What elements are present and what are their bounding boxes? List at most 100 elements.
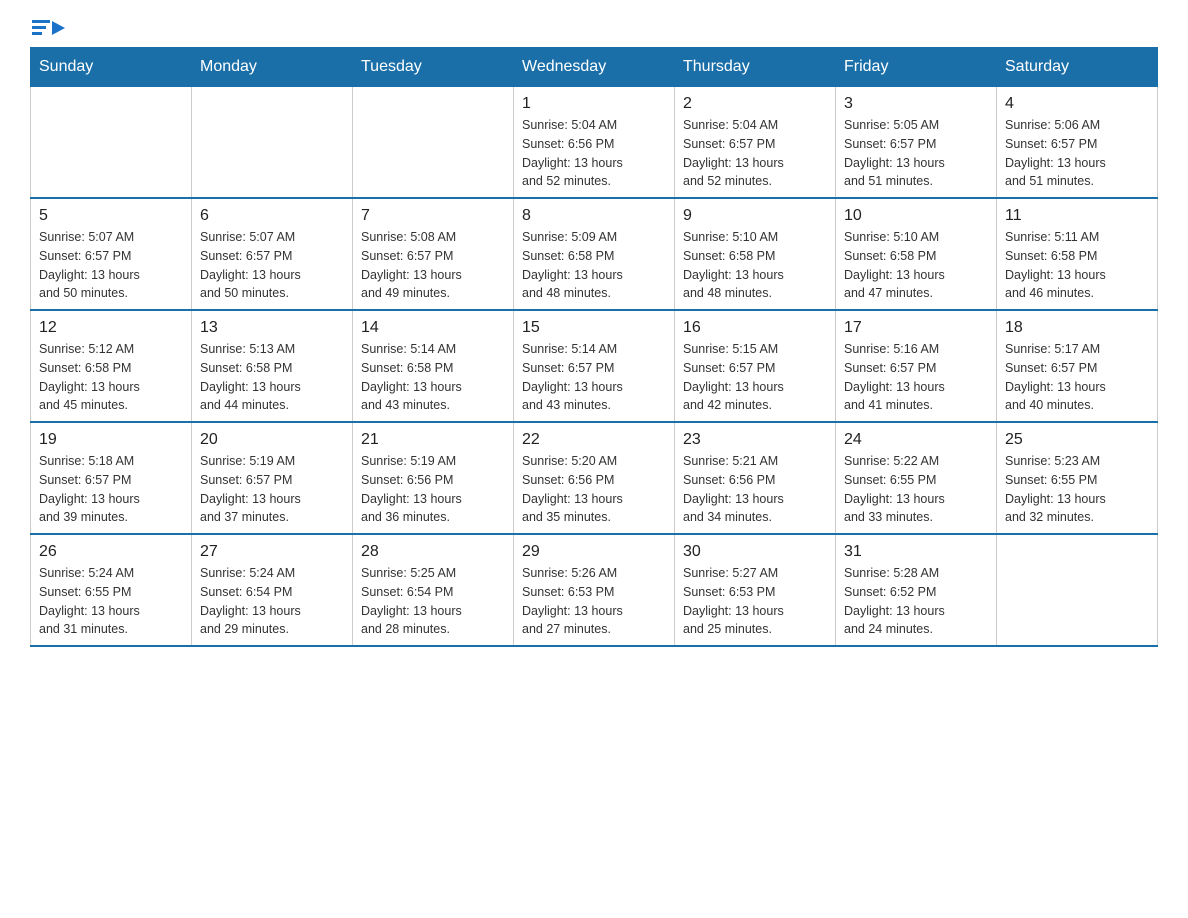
day-number: 23	[683, 431, 827, 449]
calendar-cell: 19 Sunrise: 5:18 AM Sunset: 6:57 PM Dayli…	[31, 422, 192, 534]
calendar-cell: 25 Sunrise: 5:23 AM Sunset: 6:55 PM Dayli…	[997, 422, 1158, 534]
calendar-week-row: 26 Sunrise: 5:24 AM Sunset: 6:55 PM Dayli…	[31, 534, 1158, 646]
day-header-thursday: Thursday	[675, 48, 836, 87]
day-info: Sunrise: 5:12 AM Sunset: 6:58 PM Dayligh…	[39, 340, 183, 415]
page-header	[30, 20, 1158, 37]
day-number: 29	[522, 543, 666, 561]
day-info: Sunrise: 5:18 AM Sunset: 6:57 PM Dayligh…	[39, 452, 183, 527]
day-header-saturday: Saturday	[997, 48, 1158, 87]
day-info: Sunrise: 5:19 AM Sunset: 6:57 PM Dayligh…	[200, 452, 344, 527]
day-header-sunday: Sunday	[31, 48, 192, 87]
day-info: Sunrise: 5:06 AM Sunset: 6:57 PM Dayligh…	[1005, 116, 1149, 191]
day-number: 8	[522, 207, 666, 225]
calendar-week-row: 1 Sunrise: 5:04 AM Sunset: 6:56 PM Daylig…	[31, 87, 1158, 199]
logo	[30, 20, 65, 37]
calendar-week-row: 19 Sunrise: 5:18 AM Sunset: 6:57 PM Dayli…	[31, 422, 1158, 534]
day-info: Sunrise: 5:15 AM Sunset: 6:57 PM Dayligh…	[683, 340, 827, 415]
day-number: 6	[200, 207, 344, 225]
calendar-cell: 28 Sunrise: 5:25 AM Sunset: 6:54 PM Dayli…	[353, 534, 514, 646]
calendar-cell: 12 Sunrise: 5:12 AM Sunset: 6:58 PM Dayli…	[31, 310, 192, 422]
calendar-table: SundayMondayTuesdayWednesdayThursdayFrid…	[30, 47, 1158, 647]
day-number: 31	[844, 543, 988, 561]
day-number: 19	[39, 431, 183, 449]
day-header-friday: Friday	[836, 48, 997, 87]
day-number: 26	[39, 543, 183, 561]
day-info: Sunrise: 5:26 AM Sunset: 6:53 PM Dayligh…	[522, 564, 666, 639]
day-number: 4	[1005, 95, 1149, 113]
day-info: Sunrise: 5:27 AM Sunset: 6:53 PM Dayligh…	[683, 564, 827, 639]
calendar-cell: 17Sunrise: 5:16 AM Sunset: 6:57 PM Dayli…	[836, 310, 997, 422]
day-info: Sunrise: 5:24 AM Sunset: 6:54 PM Dayligh…	[200, 564, 344, 639]
calendar-cell: 22Sunrise: 5:20 AM Sunset: 6:56 PM Dayli…	[514, 422, 675, 534]
calendar-cell	[997, 534, 1158, 646]
calendar-cell: 14 Sunrise: 5:14 AM Sunset: 6:58 PM Dayli…	[353, 310, 514, 422]
day-info: Sunrise: 5:23 AM Sunset: 6:55 PM Dayligh…	[1005, 452, 1149, 527]
day-number: 20	[200, 431, 344, 449]
calendar-cell: 15Sunrise: 5:14 AM Sunset: 6:57 PM Dayli…	[514, 310, 675, 422]
day-number: 11	[1005, 207, 1149, 225]
day-info: Sunrise: 5:04 AM Sunset: 6:56 PM Dayligh…	[522, 116, 666, 191]
day-number: 1	[522, 95, 666, 113]
day-number: 18	[1005, 319, 1149, 337]
day-info: Sunrise: 5:14 AM Sunset: 6:58 PM Dayligh…	[361, 340, 505, 415]
day-header-tuesday: Tuesday	[353, 48, 514, 87]
calendar-cell: 4 Sunrise: 5:06 AM Sunset: 6:57 PM Daylig…	[997, 87, 1158, 199]
day-info: Sunrise: 5:10 AM Sunset: 6:58 PM Dayligh…	[844, 228, 988, 303]
calendar-week-row: 5Sunrise: 5:07 AM Sunset: 6:57 PM Daylig…	[31, 198, 1158, 310]
calendar-cell: 8 Sunrise: 5:09 AM Sunset: 6:58 PM Daylig…	[514, 198, 675, 310]
day-info: Sunrise: 5:11 AM Sunset: 6:58 PM Dayligh…	[1005, 228, 1149, 303]
day-info: Sunrise: 5:16 AM Sunset: 6:57 PM Dayligh…	[844, 340, 988, 415]
day-number: 21	[361, 431, 505, 449]
calendar-cell: 13 Sunrise: 5:13 AM Sunset: 6:58 PM Dayli…	[192, 310, 353, 422]
day-info: Sunrise: 5:09 AM Sunset: 6:58 PM Dayligh…	[522, 228, 666, 303]
day-number: 10	[844, 207, 988, 225]
day-info: Sunrise: 5:24 AM Sunset: 6:55 PM Dayligh…	[39, 564, 183, 639]
calendar-cell: 26 Sunrise: 5:24 AM Sunset: 6:55 PM Dayli…	[31, 534, 192, 646]
day-info: Sunrise: 5:13 AM Sunset: 6:58 PM Dayligh…	[200, 340, 344, 415]
calendar-cell: 24Sunrise: 5:22 AM Sunset: 6:55 PM Dayli…	[836, 422, 997, 534]
day-info: Sunrise: 5:25 AM Sunset: 6:54 PM Dayligh…	[361, 564, 505, 639]
calendar-cell: 9 Sunrise: 5:10 AM Sunset: 6:58 PM Daylig…	[675, 198, 836, 310]
day-info: Sunrise: 5:22 AM Sunset: 6:55 PM Dayligh…	[844, 452, 988, 527]
day-info: Sunrise: 5:19 AM Sunset: 6:56 PM Dayligh…	[361, 452, 505, 527]
day-number: 28	[361, 543, 505, 561]
day-number: 16	[683, 319, 827, 337]
calendar-cell: 6Sunrise: 5:07 AM Sunset: 6:57 PM Daylig…	[192, 198, 353, 310]
day-number: 3	[844, 95, 988, 113]
calendar-cell: 5Sunrise: 5:07 AM Sunset: 6:57 PM Daylig…	[31, 198, 192, 310]
calendar-cell: 29 Sunrise: 5:26 AM Sunset: 6:53 PM Dayli…	[514, 534, 675, 646]
day-number: 22	[522, 431, 666, 449]
calendar-cell: 21 Sunrise: 5:19 AM Sunset: 6:56 PM Dayli…	[353, 422, 514, 534]
day-info: Sunrise: 5:28 AM Sunset: 6:52 PM Dayligh…	[844, 564, 988, 639]
day-number: 9	[683, 207, 827, 225]
day-number: 27	[200, 543, 344, 561]
day-info: Sunrise: 5:10 AM Sunset: 6:58 PM Dayligh…	[683, 228, 827, 303]
calendar-cell: 27 Sunrise: 5:24 AM Sunset: 6:54 PM Dayli…	[192, 534, 353, 646]
calendar-cell: 23 Sunrise: 5:21 AM Sunset: 6:56 PM Dayli…	[675, 422, 836, 534]
calendar-cell	[353, 87, 514, 199]
day-info: Sunrise: 5:05 AM Sunset: 6:57 PM Dayligh…	[844, 116, 988, 191]
day-number: 14	[361, 319, 505, 337]
day-header-wednesday: Wednesday	[514, 48, 675, 87]
day-info: Sunrise: 5:04 AM Sunset: 6:57 PM Dayligh…	[683, 116, 827, 191]
day-number: 30	[683, 543, 827, 561]
calendar-cell: 2 Sunrise: 5:04 AM Sunset: 6:57 PM Daylig…	[675, 87, 836, 199]
day-number: 5	[39, 207, 183, 225]
calendar-cell: 11 Sunrise: 5:11 AM Sunset: 6:58 PM Dayli…	[997, 198, 1158, 310]
day-number: 12	[39, 319, 183, 337]
day-number: 2	[683, 95, 827, 113]
day-number: 7	[361, 207, 505, 225]
calendar-header-row: SundayMondayTuesdayWednesdayThursdayFrid…	[31, 48, 1158, 87]
calendar-cell: 20 Sunrise: 5:19 AM Sunset: 6:57 PM Dayli…	[192, 422, 353, 534]
calendar-cell: 31 Sunrise: 5:28 AM Sunset: 6:52 PM Dayli…	[836, 534, 997, 646]
day-number: 25	[1005, 431, 1149, 449]
calendar-cell: 1 Sunrise: 5:04 AM Sunset: 6:56 PM Daylig…	[514, 87, 675, 199]
calendar-cell: 10 Sunrise: 5:10 AM Sunset: 6:58 PM Dayli…	[836, 198, 997, 310]
day-info: Sunrise: 5:17 AM Sunset: 6:57 PM Dayligh…	[1005, 340, 1149, 415]
calendar-cell: 3 Sunrise: 5:05 AM Sunset: 6:57 PM Daylig…	[836, 87, 997, 199]
day-info: Sunrise: 5:21 AM Sunset: 6:56 PM Dayligh…	[683, 452, 827, 527]
calendar-cell	[192, 87, 353, 199]
day-number: 13	[200, 319, 344, 337]
calendar-cell	[31, 87, 192, 199]
day-header-monday: Monday	[192, 48, 353, 87]
